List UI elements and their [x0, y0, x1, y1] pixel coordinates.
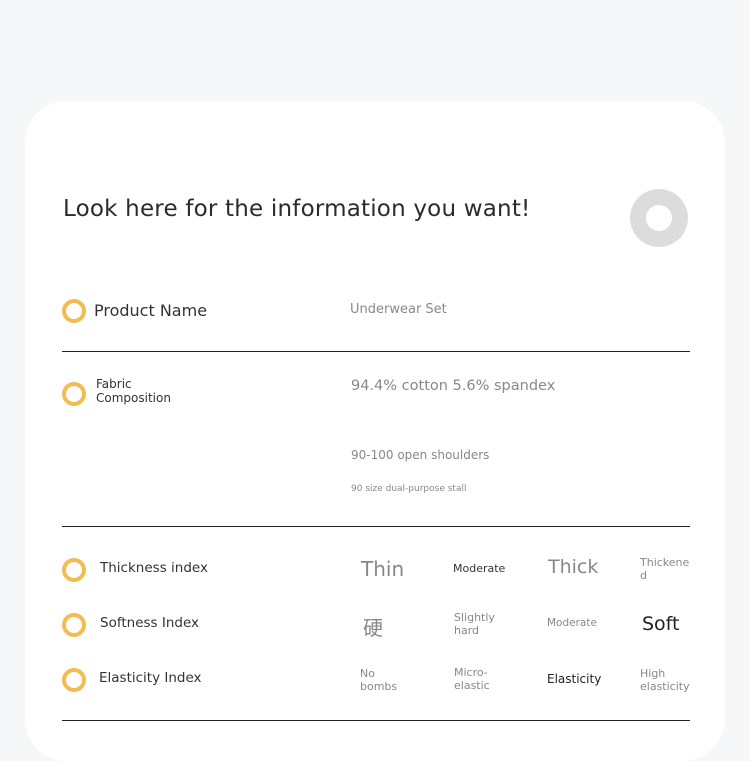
- fabric-value: 94.4% cotton 5.6% spandex: [351, 378, 556, 394]
- softness-level-hard: 硬: [363, 616, 383, 640]
- size-range: 90-100 open shoulders: [351, 448, 490, 462]
- divider: [62, 351, 690, 352]
- elasticity-label: Elasticity Index: [99, 670, 202, 686]
- softness-level-moderate: Moderate: [547, 617, 597, 629]
- fabric-label: Fabric Composition: [96, 377, 171, 405]
- size-note: 90 size dual-purpose stall: [351, 484, 467, 494]
- product-name-label: Product Name: [94, 301, 208, 320]
- bullet-ring-icon: [62, 613, 86, 637]
- softness-label: Softness Index: [100, 615, 200, 631]
- thickness-level-thickened: Thickene d: [640, 556, 690, 582]
- decorative-ring-icon: [630, 189, 688, 247]
- thickness-level-moderate: Moderate: [453, 562, 506, 575]
- softness-level-soft: Soft: [642, 613, 680, 635]
- fabric-label-line1: Fabric: [96, 377, 132, 391]
- bullet-ring-icon: [62, 558, 86, 582]
- divider: [62, 720, 690, 721]
- elasticity-level-micro: Micro- elastic: [454, 666, 490, 692]
- elasticity-level-elastic: Elasticity: [547, 672, 602, 686]
- bullet-ring-icon: [62, 299, 86, 323]
- thickness-level-thick: Thick: [548, 556, 599, 578]
- thickness-label: Thickness index: [100, 560, 208, 576]
- softness-level-slightly-hard: Slightly hard: [454, 611, 495, 637]
- elasticity-level-none: No bombs: [360, 667, 398, 693]
- elasticity-level-high: High elasticity: [640, 667, 690, 693]
- divider: [62, 526, 690, 527]
- headline: Look here for the information you want!: [63, 196, 531, 222]
- fabric-label-line2: Composition: [96, 391, 171, 405]
- product-name-value: Underwear Set: [350, 302, 447, 317]
- bullet-ring-icon: [62, 668, 86, 692]
- bullet-ring-icon: [62, 382, 86, 406]
- thickness-level-thin: Thin: [361, 557, 405, 581]
